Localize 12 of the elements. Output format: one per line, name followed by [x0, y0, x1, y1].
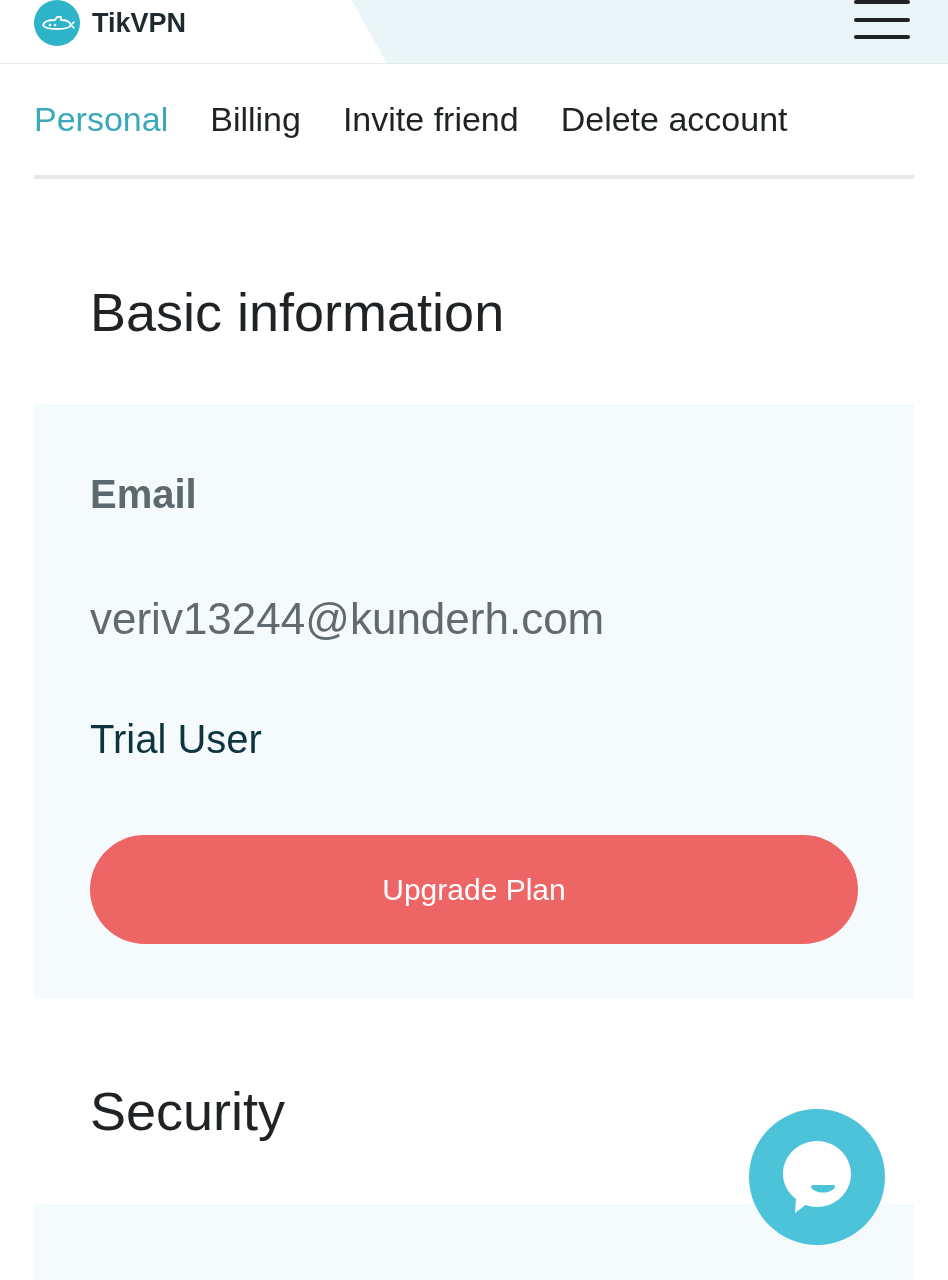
tab[interactable]: Billing — [210, 99, 301, 139]
menu-icon[interactable] — [854, 0, 910, 40]
brand-name: TikVPN — [92, 6, 187, 39]
email-label: Email — [90, 471, 197, 517]
account-type: Trial User — [90, 716, 262, 762]
section-heading: Basic information — [90, 281, 505, 343]
chat-bubble-icon — [783, 1141, 851, 1213]
tab[interactable]: Delete account — [560, 99, 788, 139]
section-heading: Security — [90, 1080, 286, 1142]
email-value: veriv13244@kunderh.com — [90, 594, 605, 644]
tab[interactable]: Invite friend — [342, 99, 519, 139]
logo-icon — [34, 0, 80, 46]
